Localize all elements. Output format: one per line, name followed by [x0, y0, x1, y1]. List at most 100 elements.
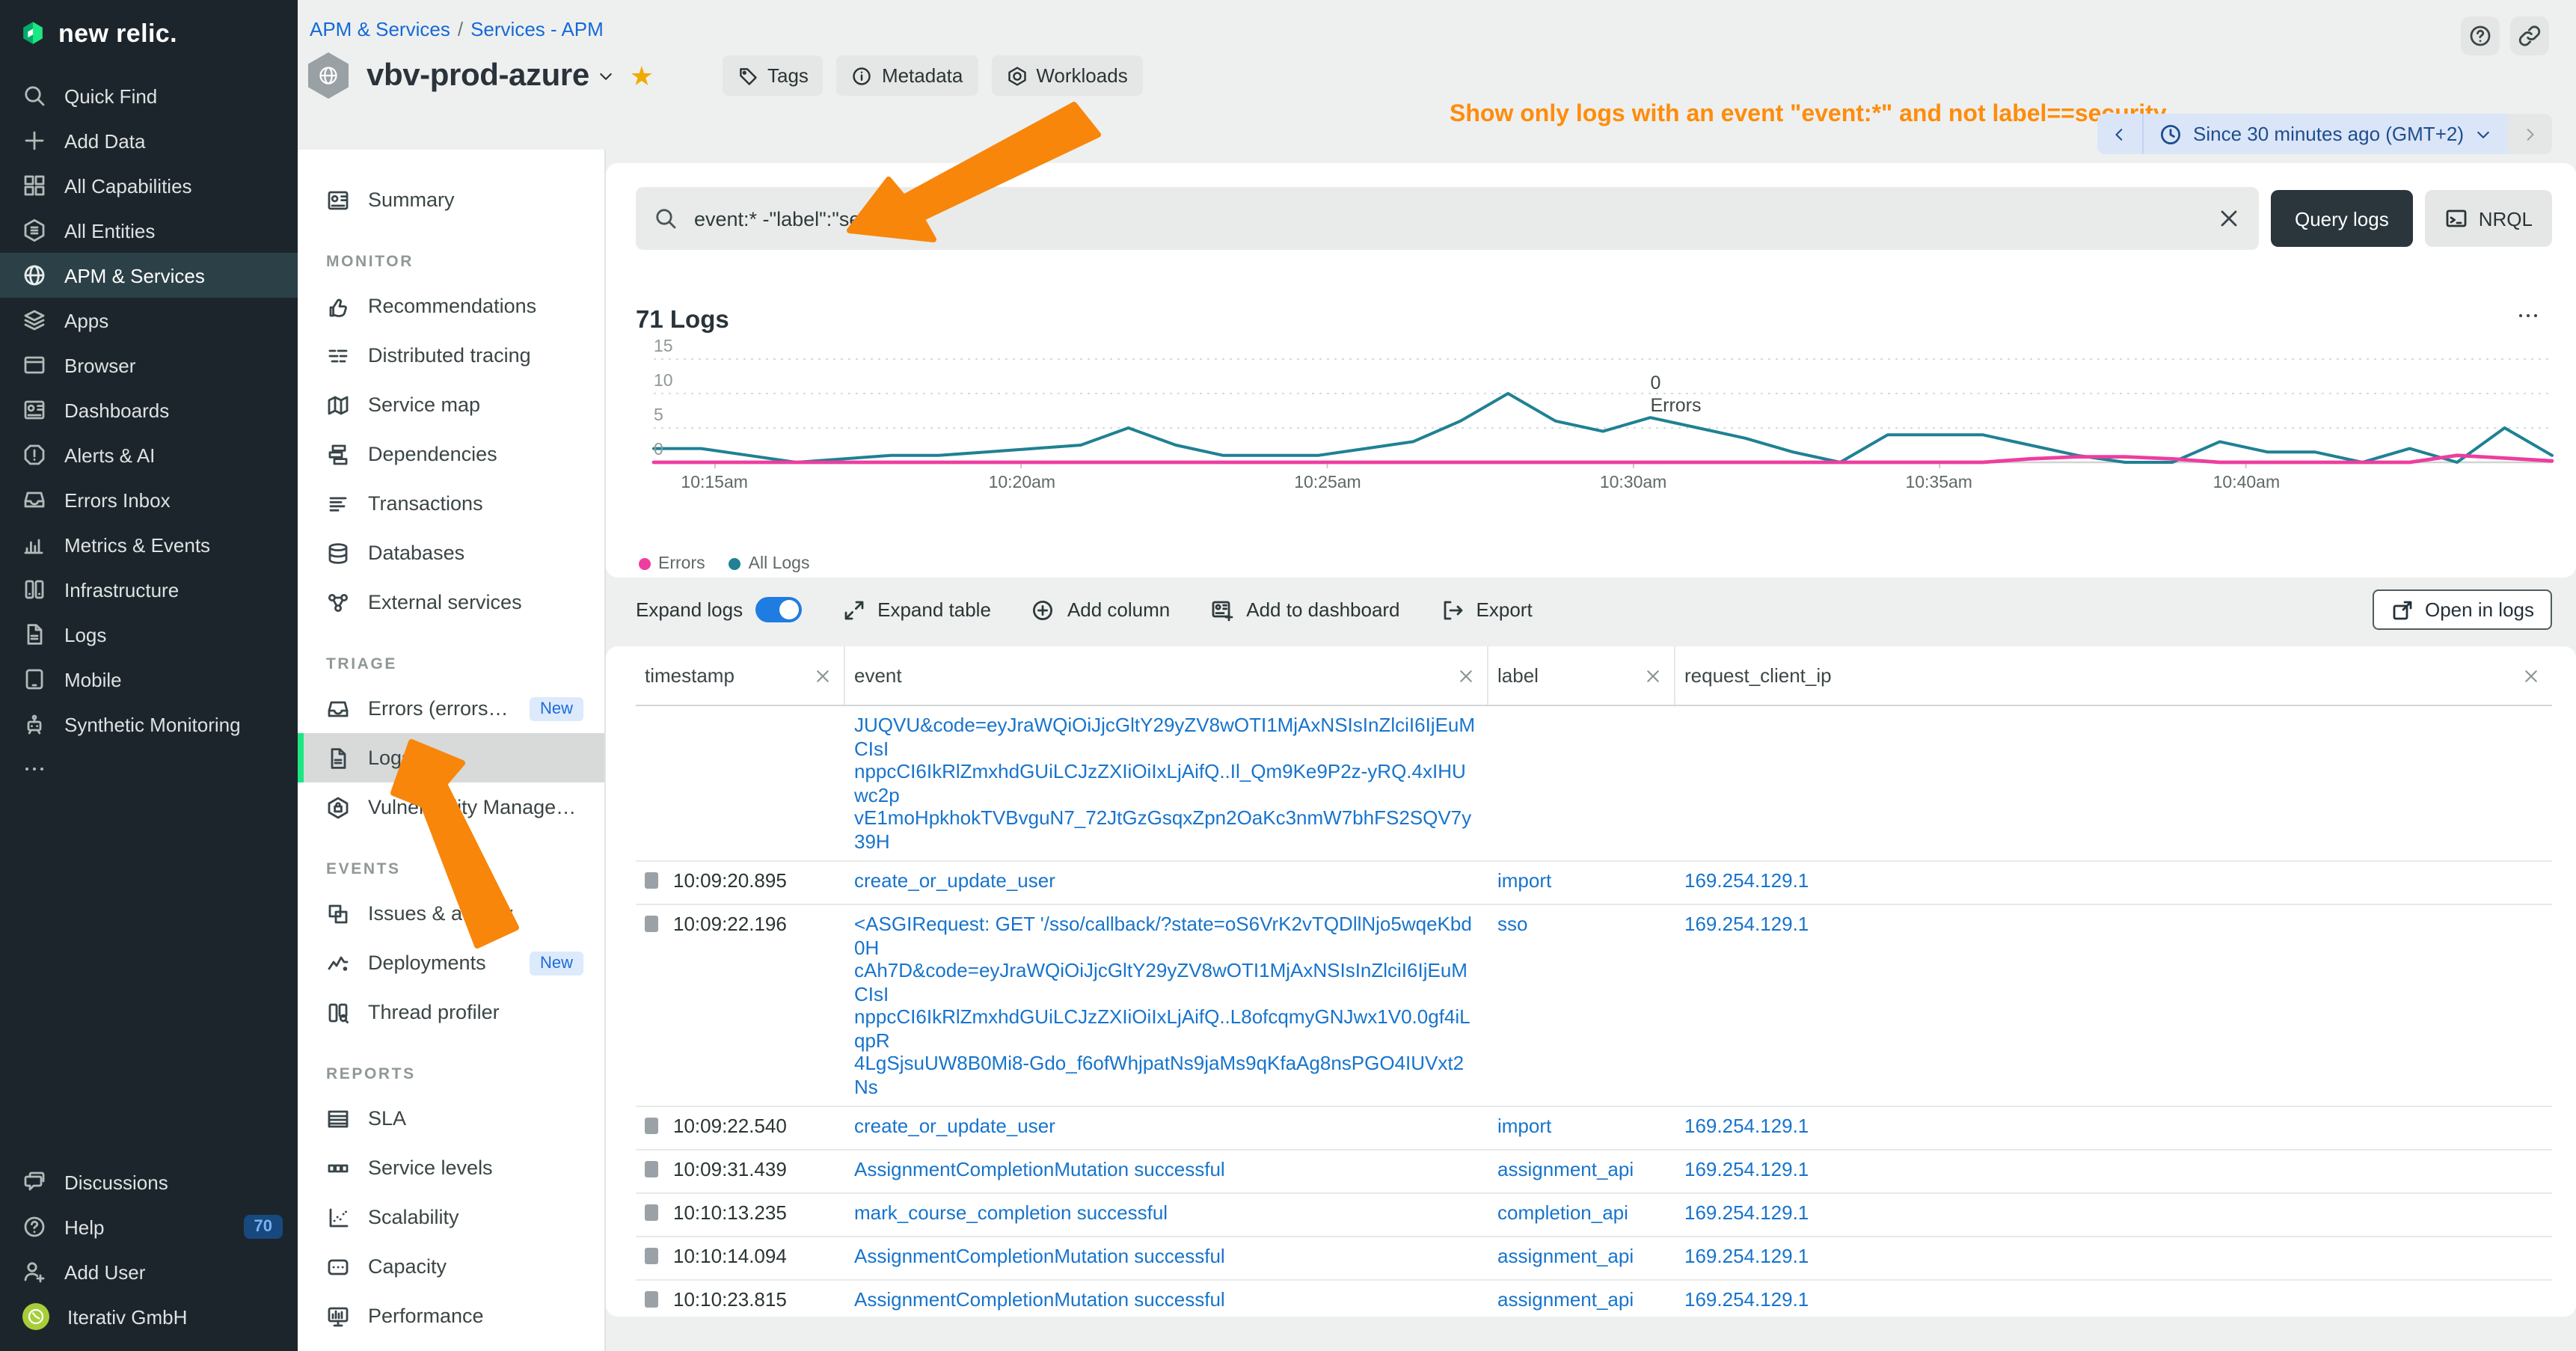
- log-request-client-ip-link[interactable]: 169.254.129.1: [1684, 1288, 1809, 1311]
- sidebar-item-all-entities[interactable]: All Entities: [0, 208, 298, 253]
- log-label-link[interactable]: assignment_api: [1497, 1245, 1634, 1267]
- sidebar-item-alerts-ai[interactable]: Alerts & AI: [0, 432, 298, 477]
- log-request-client-ip-link[interactable]: 169.254.129.1: [1684, 1201, 1809, 1224]
- log-table-row[interactable]: 10:10:23.815 AssignmentCompletionMutatio…: [636, 1281, 2552, 1317]
- sidebar-item-add-data[interactable]: Add Data: [0, 118, 298, 163]
- log-event-link[interactable]: JUQVU&code=eyJraWQiOiJjcGltY29yZV8wOTI1M…: [854, 714, 1475, 852]
- sidebar-item-logs[interactable]: Logs: [0, 612, 298, 657]
- breadcrumb-link-apm-services[interactable]: APM & Services: [310, 18, 450, 40]
- entity-dropdown-icon[interactable]: [597, 67, 615, 85]
- log-event-link[interactable]: mark_course_completion successful: [854, 1201, 1168, 1224]
- service-nav-item-summary[interactable]: Summary: [298, 175, 604, 224]
- service-nav-item-sla[interactable]: SLA: [298, 1094, 604, 1143]
- logs-query-input[interactable]: [691, 206, 2204, 231]
- query-logs-button[interactable]: Query logs: [2271, 190, 2413, 247]
- expand-table-button[interactable]: Expand table: [841, 598, 991, 622]
- add-to-dashboard-button[interactable]: Add to dashboard: [1210, 598, 1399, 622]
- log-label-link[interactable]: assignment_api: [1497, 1158, 1634, 1180]
- sidebar-item-browser[interactable]: Browser: [0, 343, 298, 387]
- log-request-client-ip-link[interactable]: 169.254.129.1: [1684, 1115, 1809, 1137]
- chart-options-menu[interactable]: [2516, 304, 2540, 328]
- workloads-button[interactable]: Workloads: [991, 55, 1142, 96]
- sidebar-item-dashboards[interactable]: Dashboards: [0, 387, 298, 432]
- log-label-link[interactable]: completion_api: [1497, 1201, 1628, 1224]
- sidebar-item-infrastructure[interactable]: Infrastructure: [0, 567, 298, 612]
- service-nav-item-logs[interactable]: Logs: [298, 733, 604, 782]
- log-table-row[interactable]: 10:09:22.196 <ASGIRequest: GET '/sso/cal…: [636, 905, 2552, 1107]
- tags-button[interactable]: Tags: [723, 55, 824, 96]
- time-forward-button[interactable]: [2507, 114, 2552, 154]
- service-nav-item-performance[interactable]: Performance: [298, 1291, 604, 1341]
- sidebar-item-mobile[interactable]: Mobile: [0, 657, 298, 702]
- sidebar-item-apm-services[interactable]: APM & Services: [0, 253, 298, 298]
- log-table-row[interactable]: 10:09:31.439 AssignmentCompletionMutatio…: [636, 1151, 2552, 1194]
- log-event-link[interactable]: AssignmentCompletionMutation successful: [854, 1245, 1225, 1267]
- legend-item-all-logs[interactable]: All Logs: [729, 555, 810, 573]
- time-back-button[interactable]: [2097, 114, 2142, 154]
- service-nav-item-vulnerability-management[interactable]: Vulnerability Management: [298, 782, 604, 832]
- clear-query-icon[interactable]: [2217, 206, 2241, 230]
- legend-item-errors[interactable]: Errors: [639, 555, 705, 573]
- sidebar-item-account[interactable]: Iterativ GmbH: [0, 1294, 298, 1339]
- service-nav-item-issues-activity[interactable]: Issues & activity: [298, 889, 604, 938]
- sidebar-item-help[interactable]: Help 70: [0, 1204, 298, 1249]
- log-table-row[interactable]: 10:10:13.235 mark_course_completion succ…: [636, 1194, 2552, 1237]
- remove-column-icon[interactable]: [1457, 667, 1475, 684]
- remove-column-icon[interactable]: [2522, 667, 2540, 684]
- log-table-row[interactable]: 10:09:20.895 create_or_update_user impor…: [636, 862, 2552, 905]
- log-event-link[interactable]: create_or_update_user: [854, 869, 1055, 892]
- service-nav-item-scalability[interactable]: Scalability: [298, 1192, 604, 1242]
- service-nav-item-databases[interactable]: Databases: [298, 528, 604, 578]
- permalink-button[interactable]: [2510, 16, 2549, 55]
- remove-column-icon[interactable]: [814, 667, 832, 684]
- sidebar-item-add-user[interactable]: Add User: [0, 1249, 298, 1294]
- log-request-client-ip-link[interactable]: 169.254.129.1: [1684, 1245, 1809, 1267]
- log-event-link[interactable]: create_or_update_user: [854, 1115, 1055, 1137]
- service-nav-item-capacity[interactable]: Capacity: [298, 1242, 604, 1291]
- log-request-client-ip-link[interactable]: 169.254.129.1: [1684, 913, 1809, 935]
- add-column-button[interactable]: Add column: [1031, 598, 1170, 622]
- sidebar-item-errors-inbox[interactable]: Errors Inbox: [0, 477, 298, 522]
- service-nav-item-transactions[interactable]: Transactions: [298, 479, 604, 528]
- favorite-star-icon[interactable]: ★: [630, 62, 654, 89]
- log-table-row[interactable]: 10:10:14.094 AssignmentCompletionMutatio…: [636, 1237, 2552, 1281]
- entity-title[interactable]: vbv-prod-azure: [367, 58, 589, 94]
- sidebar-item-quick-find[interactable]: Quick Find: [0, 73, 298, 118]
- sidebar-item-more[interactable]: [0, 747, 298, 791]
- breadcrumb-link-services-apm[interactable]: Services - APM: [470, 18, 604, 40]
- help-circle-button[interactable]: [2461, 16, 2500, 55]
- remove-column-icon[interactable]: [1644, 667, 1662, 684]
- service-nav-item-service-map[interactable]: Service map: [298, 380, 604, 429]
- service-nav-item-distributed-tracing[interactable]: Distributed tracing: [298, 331, 604, 380]
- service-nav-item-recommendations[interactable]: Recommendations: [298, 281, 604, 331]
- log-event-link[interactable]: AssignmentCompletionMutation successful: [854, 1158, 1225, 1180]
- time-range-button[interactable]: Since 30 minutes ago (GMT+2): [2142, 114, 2507, 154]
- new-relic-logo[interactable]: new relic.: [0, 0, 298, 73]
- log-request-client-ip-link[interactable]: 169.254.129.1: [1684, 869, 1809, 892]
- sidebar-item-all-capabilities[interactable]: All Capabilities: [0, 163, 298, 208]
- sidebar-item-discussions[interactable]: Discussions: [0, 1159, 298, 1204]
- log-label-link[interactable]: assignment_api: [1497, 1288, 1634, 1311]
- log-label-link[interactable]: import: [1497, 869, 1551, 892]
- log-label-link[interactable]: sso: [1497, 913, 1527, 935]
- log-request-client-ip-link[interactable]: 169.254.129.1: [1684, 1158, 1809, 1180]
- toggle-on-icon[interactable]: [755, 597, 801, 622]
- log-label-link[interactable]: import: [1497, 1115, 1551, 1137]
- log-table-row[interactable]: 10:09:22.540 create_or_update_user impor…: [636, 1107, 2552, 1151]
- log-table-row[interactable]: JUQVU&code=eyJraWQiOiJjcGltY29yZV8wOTI1M…: [636, 706, 2552, 862]
- sidebar-item-apps[interactable]: Apps: [0, 298, 298, 343]
- nrql-button[interactable]: NRQL: [2425, 190, 2552, 247]
- sidebar-item-synthetic-monitoring[interactable]: Synthetic Monitoring: [0, 702, 298, 747]
- service-nav-item-deployments[interactable]: Deployments New: [298, 938, 604, 987]
- sidebar-item-metrics-events[interactable]: Metrics & Events: [0, 522, 298, 567]
- service-nav-item-external-services[interactable]: External services: [298, 578, 604, 627]
- log-event-link[interactable]: AssignmentCompletionMutation successful: [854, 1288, 1225, 1311]
- service-nav-item-thread-profiler[interactable]: Thread profiler: [298, 987, 604, 1037]
- service-nav-item-errors-inbox[interactable]: Errors (errors inb... New: [298, 684, 604, 733]
- expand-logs-toggle[interactable]: Expand logs: [636, 597, 801, 622]
- service-nav-item-dependencies[interactable]: Dependencies: [298, 429, 604, 479]
- service-nav-item-service-levels[interactable]: Service levels: [298, 1143, 604, 1192]
- metadata-button[interactable]: Metadata: [837, 55, 978, 96]
- open-in-logs-button[interactable]: Open in logs: [2373, 589, 2552, 630]
- export-button[interactable]: Export: [1441, 598, 1533, 622]
